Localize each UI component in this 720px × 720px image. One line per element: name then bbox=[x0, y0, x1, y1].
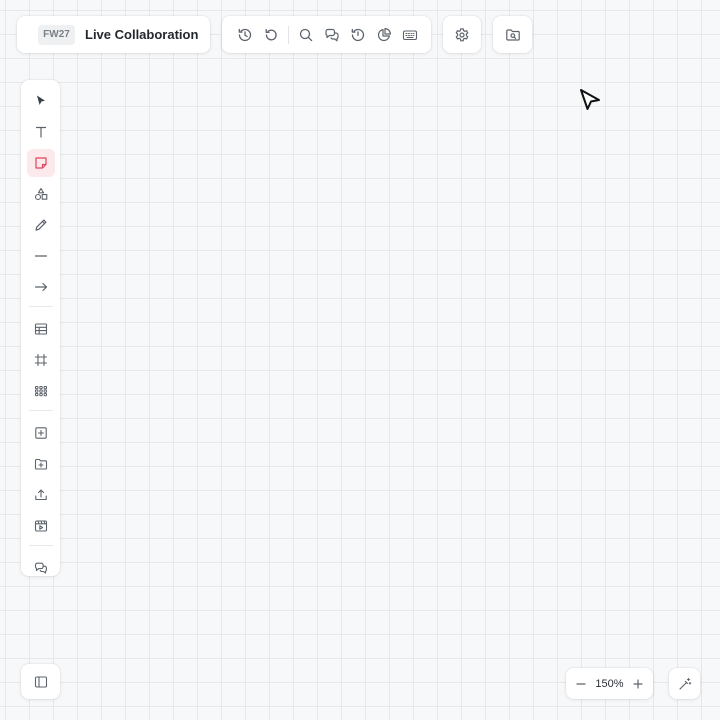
board-title-panel: FW27 Live Collaboration bbox=[17, 16, 210, 53]
media-tool[interactable] bbox=[27, 512, 55, 540]
upload-tool[interactable] bbox=[27, 481, 55, 509]
sticky-note-tool[interactable] bbox=[26, 149, 55, 177]
media-icon bbox=[34, 519, 48, 533]
text-tool[interactable] bbox=[27, 118, 55, 146]
mouse-cursor bbox=[579, 88, 601, 112]
upload-icon bbox=[34, 488, 48, 502]
tool-divider bbox=[28, 410, 53, 411]
stats-button[interactable] bbox=[371, 22, 397, 48]
shapes-icon bbox=[34, 187, 48, 201]
version-history-button[interactable] bbox=[345, 22, 371, 48]
shapes-tool[interactable] bbox=[27, 180, 55, 208]
comments-icon bbox=[34, 561, 48, 575]
comments-tool[interactable] bbox=[27, 554, 55, 582]
toolbar-divider bbox=[288, 25, 289, 44]
grid-tool[interactable] bbox=[27, 377, 55, 405]
line-icon bbox=[34, 249, 48, 263]
sticky-note-icon bbox=[34, 156, 48, 170]
history-button[interactable] bbox=[232, 22, 258, 48]
magic-wand-button[interactable] bbox=[669, 668, 700, 699]
board-badge: FW27 bbox=[38, 24, 75, 45]
comments-button[interactable] bbox=[319, 22, 345, 48]
sidebar-toggle-button[interactable] bbox=[21, 664, 60, 699]
search-icon bbox=[298, 27, 314, 43]
open-folder-button[interactable] bbox=[493, 16, 532, 53]
grid-icon bbox=[34, 384, 48, 398]
pen-icon bbox=[34, 218, 48, 232]
search-button[interactable] bbox=[293, 22, 319, 48]
table-icon bbox=[34, 322, 48, 336]
gear-icon bbox=[454, 27, 470, 43]
zoom-level[interactable]: 150% bbox=[595, 678, 623, 690]
undo-icon bbox=[263, 27, 279, 43]
tool-divider bbox=[28, 545, 53, 546]
tool-divider bbox=[28, 306, 53, 307]
version-history-icon bbox=[350, 27, 366, 43]
tool-palette bbox=[21, 80, 60, 576]
folder-search-icon bbox=[505, 27, 521, 43]
arrow-right-icon bbox=[34, 280, 48, 294]
zoom-controls: 150% bbox=[566, 668, 653, 699]
arrow-tool[interactable] bbox=[27, 273, 55, 301]
undo-button[interactable] bbox=[258, 22, 284, 48]
board-title[interactable]: Live Collaboration bbox=[85, 27, 198, 42]
keyboard-shortcuts-button[interactable] bbox=[397, 22, 423, 48]
stats-icon bbox=[376, 27, 392, 43]
add-folder-tool[interactable] bbox=[27, 450, 55, 478]
line-tool[interactable] bbox=[27, 242, 55, 270]
sidebar-icon bbox=[34, 675, 48, 689]
pointer-icon bbox=[34, 94, 48, 108]
zoom-out-button[interactable] bbox=[572, 675, 590, 693]
comments-icon bbox=[324, 27, 340, 43]
minus-icon bbox=[576, 679, 586, 689]
frame-tool[interactable] bbox=[27, 346, 55, 374]
zoom-in-button[interactable] bbox=[629, 675, 647, 693]
text-icon bbox=[34, 125, 48, 139]
plus-square-icon bbox=[34, 426, 48, 440]
frame-icon bbox=[34, 353, 48, 367]
add-item-tool[interactable] bbox=[27, 419, 55, 447]
history-icon bbox=[237, 27, 253, 43]
keyboard-icon bbox=[402, 27, 418, 43]
select-tool[interactable] bbox=[27, 87, 55, 115]
settings-button[interactable] bbox=[443, 16, 481, 53]
table-tool[interactable] bbox=[27, 315, 55, 343]
top-toolbar bbox=[222, 16, 431, 53]
plus-icon bbox=[633, 678, 643, 689]
folder-plus-icon bbox=[34, 457, 48, 471]
magic-wand-icon bbox=[678, 677, 692, 691]
pen-tool[interactable] bbox=[27, 211, 55, 239]
